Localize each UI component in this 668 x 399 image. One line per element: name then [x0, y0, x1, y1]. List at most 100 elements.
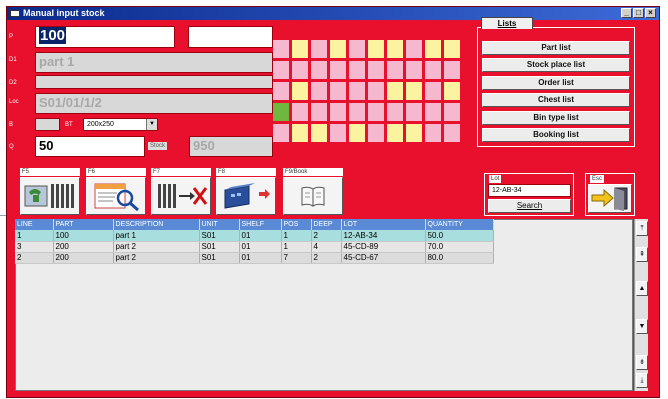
grid-cell[interactable]	[273, 61, 289, 79]
description-input[interactable]: part 1	[35, 52, 273, 73]
grid-cell[interactable]	[425, 40, 441, 58]
grid-cell[interactable]	[368, 61, 384, 79]
cell-line: 3	[15, 241, 54, 253]
grid-cell[interactable]	[349, 82, 365, 100]
grid-cell[interactable]	[368, 124, 384, 142]
grid-cell[interactable]	[425, 82, 441, 100]
grid-cell[interactable]	[406, 40, 422, 58]
quantity-input[interactable]: 50	[35, 136, 145, 157]
grid-cell[interactable]	[444, 61, 460, 79]
grid-cell[interactable]	[349, 61, 365, 79]
grid-cell[interactable]	[368, 40, 384, 58]
column-header-quantity[interactable]: QUANTITY	[425, 219, 494, 230]
grid-cell[interactable]	[311, 124, 327, 142]
column-header-lot[interactable]: LOT	[341, 219, 426, 230]
grid-cell[interactable]	[387, 61, 403, 79]
bin-type-list-button[interactable]: Bin type list	[482, 111, 630, 125]
table-row[interactable]: 2 200 part 2 S01 01 7 2 45-CD-67 80.0	[15, 252, 494, 264]
grid-cell[interactable]	[387, 124, 403, 142]
grid-cell[interactable]	[292, 124, 308, 142]
booking-list-button[interactable]: Booking list	[482, 128, 630, 142]
grid-cell[interactable]	[330, 82, 346, 100]
grid-cell[interactable]	[330, 61, 346, 79]
grid-cell[interactable]	[292, 103, 308, 121]
grid-cell[interactable]	[311, 103, 327, 121]
grid-cell[interactable]	[406, 124, 422, 142]
chevron-down-icon[interactable]: ▼	[146, 119, 157, 130]
grid-cell[interactable]	[406, 103, 422, 121]
exit-button[interactable]	[588, 184, 632, 213]
grid-cell[interactable]	[349, 124, 365, 142]
f6-label: F6	[86, 168, 146, 176]
grid-cell[interactable]	[330, 103, 346, 121]
f6-button[interactable]	[86, 177, 146, 215]
grid-cell[interactable]	[425, 103, 441, 121]
column-header-pos[interactable]: POS	[281, 219, 312, 230]
grid-cell[interactable]	[311, 61, 327, 79]
grid-cell[interactable]	[292, 61, 308, 79]
f8-button[interactable]	[216, 177, 276, 215]
grid-cell[interactable]	[330, 40, 346, 58]
grid-cell[interactable]	[387, 103, 403, 121]
column-header-description[interactable]: DESCRIPTION	[113, 219, 200, 230]
grid-cell[interactable]	[387, 82, 403, 100]
grid-cell[interactable]	[368, 103, 384, 121]
column-header-shelf[interactable]: SHELF	[239, 219, 282, 230]
grid-cell[interactable]	[311, 82, 327, 100]
grid-cell[interactable]	[444, 82, 460, 100]
close-button[interactable]: ×	[645, 8, 656, 18]
scroll-down-button[interactable]: ▼	[636, 319, 648, 334]
search-button[interactable]: Search	[488, 199, 571, 213]
grid-cell[interactable]	[273, 82, 289, 100]
grid-cell[interactable]	[273, 40, 289, 58]
grid-cell[interactable]	[444, 103, 460, 121]
grid-cell[interactable]	[273, 124, 289, 142]
part-number-input[interactable]: 100	[35, 26, 175, 48]
minimize-button[interactable]: _	[621, 8, 632, 18]
scroll-up-button[interactable]: ▲	[636, 281, 648, 296]
maximize-button[interactable]: □	[633, 8, 644, 18]
column-header-deep[interactable]: DEEP	[311, 219, 342, 230]
order-list-button[interactable]: Order list	[482, 76, 630, 90]
f5-button[interactable]	[20, 177, 80, 215]
grid-cell[interactable]	[349, 40, 365, 58]
grid-cell[interactable]	[330, 124, 346, 142]
grid-cell[interactable]	[273, 103, 289, 121]
grid-cell[interactable]	[425, 124, 441, 142]
grid-cell[interactable]	[368, 82, 384, 100]
table-row[interactable]: 3 200 part 2 S01 01 1 4 45-CD-89 70.0	[15, 241, 494, 253]
grid-cell[interactable]	[311, 40, 327, 58]
grid-cell[interactable]	[292, 82, 308, 100]
stock-location-grid[interactable]	[273, 40, 460, 142]
box-input[interactable]	[35, 118, 60, 131]
scroll-top-button[interactable]: ⤒	[636, 221, 648, 236]
grid-cell[interactable]	[406, 82, 422, 100]
grid-cell[interactable]	[444, 124, 460, 142]
column-header-line[interactable]: LINE	[15, 219, 54, 230]
column-header-part[interactable]: PART	[53, 219, 114, 230]
scroll-page-up-button[interactable]: ⇞	[636, 247, 648, 262]
grid-cell[interactable]	[444, 40, 460, 58]
grid-cell[interactable]	[292, 40, 308, 58]
table-row[interactable]: 1 100 part 1 S01 01 1 2 12-AB-34 50.0	[15, 230, 494, 242]
box-type-select[interactable]: 200x250 ▼	[83, 118, 158, 131]
f9-book-button[interactable]	[283, 177, 343, 215]
f5-label: F5	[20, 168, 80, 176]
grid-cell[interactable]	[349, 103, 365, 121]
part-list-button[interactable]: Part list	[482, 41, 630, 55]
column-header-unit[interactable]: UNIT	[199, 219, 240, 230]
scroll-bottom-button[interactable]: ⤓	[636, 373, 648, 388]
description2-input[interactable]	[35, 75, 273, 89]
scroll-page-down-button[interactable]: ⇟	[636, 355, 648, 370]
part-extra-input[interactable]	[188, 26, 273, 48]
chest-list-button[interactable]: Chest list	[482, 93, 630, 107]
location-input[interactable]: S01/01/1/2	[35, 93, 273, 114]
table-scrollbar[interactable]: ⤒ ⇞ ▲ ▼ ⇟ ⤓	[634, 219, 648, 391]
stock-place-list-button[interactable]: Stock place list	[482, 58, 630, 72]
grid-cell[interactable]	[387, 40, 403, 58]
f7-button[interactable]	[151, 177, 211, 215]
grid-cell[interactable]	[425, 61, 441, 79]
tab-lists[interactable]: Lists	[481, 17, 533, 29]
lot-input[interactable]: 12-AB-34	[488, 184, 571, 197]
grid-cell[interactable]	[406, 61, 422, 79]
